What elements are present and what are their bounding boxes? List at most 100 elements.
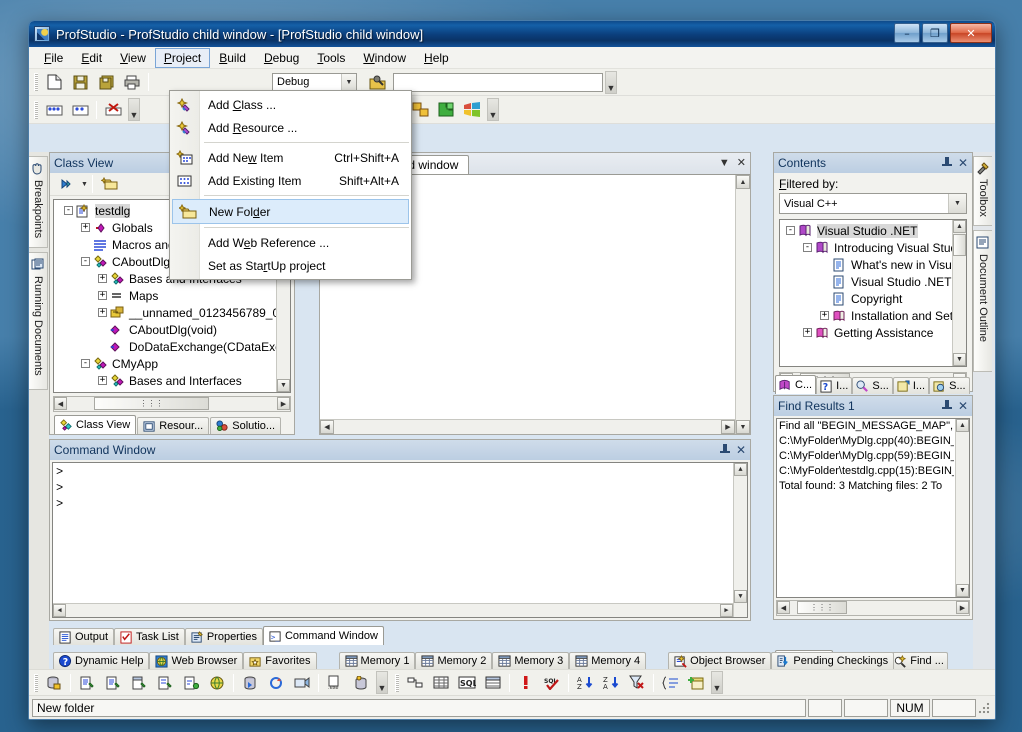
sort-descending-icon[interactable]: ZA bbox=[599, 671, 623, 694]
remove-filter-icon[interactable] bbox=[625, 671, 649, 694]
find-results-vscrollbar[interactable]: ▲ ▼ bbox=[955, 419, 969, 597]
show-grid-pane-icon[interactable] bbox=[429, 671, 453, 694]
command-line[interactable]: > bbox=[53, 497, 732, 513]
bottom-tab-object-browser[interactable]: Object Browser bbox=[668, 652, 772, 669]
collapse-icon[interactable]: - bbox=[786, 226, 795, 235]
new-procedure-icon[interactable] bbox=[153, 671, 177, 694]
tree-node[interactable]: - Visual Studio .NET bbox=[780, 222, 952, 239]
find-result-line[interactable]: C:\MyFolder\MyDlg.cpp(59):BEGIN_ bbox=[777, 450, 954, 465]
tree-node[interactable]: + Maps bbox=[54, 287, 276, 304]
new-table-icon[interactable] bbox=[127, 671, 151, 694]
menu-help[interactable]: Help bbox=[415, 48, 458, 68]
doc-hscroll-left-button[interactable]: ◀ bbox=[320, 420, 334, 434]
command-window-hscrollbar[interactable]: ◀ ▶ bbox=[53, 603, 733, 617]
chevron-down-icon[interactable]: ▼ bbox=[948, 194, 966, 213]
bottom-tab-memory-2[interactable]: Memory 2 bbox=[415, 652, 493, 669]
collapse-icon[interactable]: - bbox=[81, 257, 90, 266]
menu-window[interactable]: Window bbox=[354, 48, 415, 68]
add-table-icon[interactable] bbox=[684, 671, 708, 694]
hscroll-thumb[interactable]: ⋮⋮⋮ bbox=[94, 397, 209, 410]
menu-build[interactable]: Build bbox=[210, 48, 255, 68]
scroll-down-button[interactable]: ▼ bbox=[953, 353, 966, 366]
menu-item-add-existing-item[interactable]: Add Existing Item Shift+Alt+A bbox=[170, 169, 411, 192]
bottom-tab-memory-4[interactable]: Memory 4 bbox=[569, 652, 647, 669]
new-breakpoint-icon[interactable] bbox=[68, 98, 92, 121]
sidebar-item-breakpoints[interactable]: Breakpoints bbox=[29, 156, 48, 248]
sidebar-item-toolbox[interactable]: Toolbox bbox=[973, 156, 992, 226]
add-component-icon[interactable] bbox=[434, 98, 458, 121]
document-hscrollbar[interactable]: ◀ ▶ bbox=[320, 419, 735, 434]
show-sql-pane-icon[interactable]: SQL bbox=[455, 671, 479, 694]
hscroll-right-button[interactable]: ▶ bbox=[956, 601, 969, 614]
scroll-down-button[interactable]: ▼ bbox=[956, 584, 969, 597]
collapse-icon[interactable]: - bbox=[81, 359, 90, 368]
tree-node[interactable]: - CMyApp bbox=[54, 355, 276, 372]
show-diagram-pane-icon[interactable] bbox=[403, 671, 427, 694]
menu-view[interactable]: View bbox=[111, 48, 155, 68]
tree-node[interactable]: CAboutDlg(void) bbox=[54, 321, 276, 338]
hscroll-left-button[interactable]: ◀ bbox=[777, 601, 790, 614]
print-icon[interactable] bbox=[120, 71, 144, 94]
contents-tree[interactable]: - Visual Studio .NET - Introducing Visual S… bbox=[779, 219, 967, 367]
chevron-down-icon[interactable]: ▼ bbox=[719, 157, 730, 169]
project-toolbar-overflow-button[interactable]: ▼ bbox=[487, 98, 499, 121]
bottom-tab-memory-1[interactable]: Memory 1 bbox=[338, 652, 416, 669]
contents-tab-i[interactable]: ? I... bbox=[816, 377, 853, 394]
sql-check-icon[interactable]: SQL bbox=[540, 671, 564, 694]
bottom-tab-properties[interactable]: Properties bbox=[184, 628, 263, 645]
resize-grip[interactable] bbox=[978, 700, 992, 715]
hscroll-left-button[interactable]: ◀ bbox=[53, 604, 66, 617]
menu-project[interactable]: Project bbox=[154, 47, 211, 68]
hscroll-right-button[interactable]: ▶ bbox=[277, 397, 290, 410]
contents-tab-c[interactable]: C... bbox=[775, 375, 817, 394]
expand-icon[interactable]: + bbox=[98, 291, 107, 300]
tree-node[interactable]: + Bases and Interfaces bbox=[54, 372, 276, 389]
sidebar-item-document-outline[interactable]: Document Outline bbox=[973, 230, 992, 372]
doc-scroll-down-button[interactable]: ▼ bbox=[736, 420, 750, 434]
expand-icon[interactable]: + bbox=[98, 308, 107, 317]
class-view-tab-solutio[interactable]: Solutio... bbox=[210, 417, 282, 434]
menu-item-set-as-startup-project[interactable]: Set as StartUp project bbox=[170, 254, 411, 277]
run-exe-icon[interactable]: .exe bbox=[323, 671, 347, 694]
command-window-body[interactable]: > > > ▲ ▼ ◀ ▶ bbox=[52, 462, 748, 618]
breakpoint-window-icon[interactable] bbox=[42, 98, 66, 121]
hscroll-right-button[interactable]: ▶ bbox=[720, 604, 733, 617]
expand-icon[interactable]: + bbox=[820, 311, 829, 320]
new-function-icon[interactable] bbox=[179, 671, 203, 694]
close-icon[interactable]: ✕ bbox=[958, 400, 968, 412]
class-view-tab-class-view[interactable]: Class View bbox=[54, 415, 137, 434]
sort-ascending-icon[interactable]: AZ bbox=[573, 671, 597, 694]
menu-item-new-folder[interactable]: New Folder bbox=[172, 199, 409, 224]
tree-node[interactable]: - Introducing Visual Studio bbox=[780, 239, 966, 256]
toolbar-grip[interactable] bbox=[34, 73, 38, 91]
class-view-hscrollbar[interactable]: ◀ ⋮⋮⋮ ▶ bbox=[53, 396, 291, 412]
clear-breakpoints-icon[interactable] bbox=[101, 98, 125, 121]
scroll-down-button[interactable]: ▼ bbox=[734, 590, 747, 603]
find-result-line[interactable]: Total found: 3 Matching files: 2 To bbox=[777, 480, 954, 495]
command-line[interactable]: > bbox=[53, 481, 732, 497]
document-vscrollbar[interactable]: ▲ ▼ bbox=[735, 175, 750, 434]
tree-node[interactable]: Copyright bbox=[780, 290, 952, 307]
new-query-icon[interactable] bbox=[75, 671, 99, 694]
close-icon[interactable]: ✕ bbox=[958, 157, 968, 169]
save-all-icon[interactable] bbox=[94, 71, 118, 94]
find-result-line[interactable]: C:\MyFolder\MyDlg.cpp(40):BEGIN_ bbox=[777, 435, 954, 450]
class-view-sort-dropdown[interactable]: ▼ bbox=[80, 178, 89, 191]
find-results-hscrollbar[interactable]: ◀ ⋮⋮⋮ ▶ bbox=[776, 600, 970, 616]
new-folder-toolbar-icon[interactable] bbox=[97, 173, 121, 196]
save-icon[interactable] bbox=[68, 71, 92, 94]
group-by-icon[interactable] bbox=[658, 671, 682, 694]
windows-app-icon[interactable] bbox=[460, 98, 484, 121]
class-view-tab-resour[interactable]: Resour... bbox=[137, 417, 210, 434]
tree-node[interactable]: + Getting Assistance bbox=[780, 324, 952, 341]
menu-item-add-resource[interactable]: Add Resource ... bbox=[170, 116, 411, 139]
bottom-toolbar-grip[interactable] bbox=[34, 673, 38, 692]
collapse-icon[interactable]: - bbox=[803, 243, 812, 252]
tree-node[interactable]: + Installation and Setu bbox=[780, 307, 960, 324]
new-view-icon[interactable] bbox=[101, 671, 125, 694]
minimize-button[interactable]: – bbox=[894, 23, 920, 43]
pin-icon[interactable] bbox=[719, 444, 730, 456]
tree-node[interactable]: + __unnamed_0123456789_0 bbox=[54, 304, 279, 321]
doc-scroll-up-button[interactable]: ▲ bbox=[736, 175, 750, 189]
expand-icon[interactable]: + bbox=[81, 223, 90, 232]
